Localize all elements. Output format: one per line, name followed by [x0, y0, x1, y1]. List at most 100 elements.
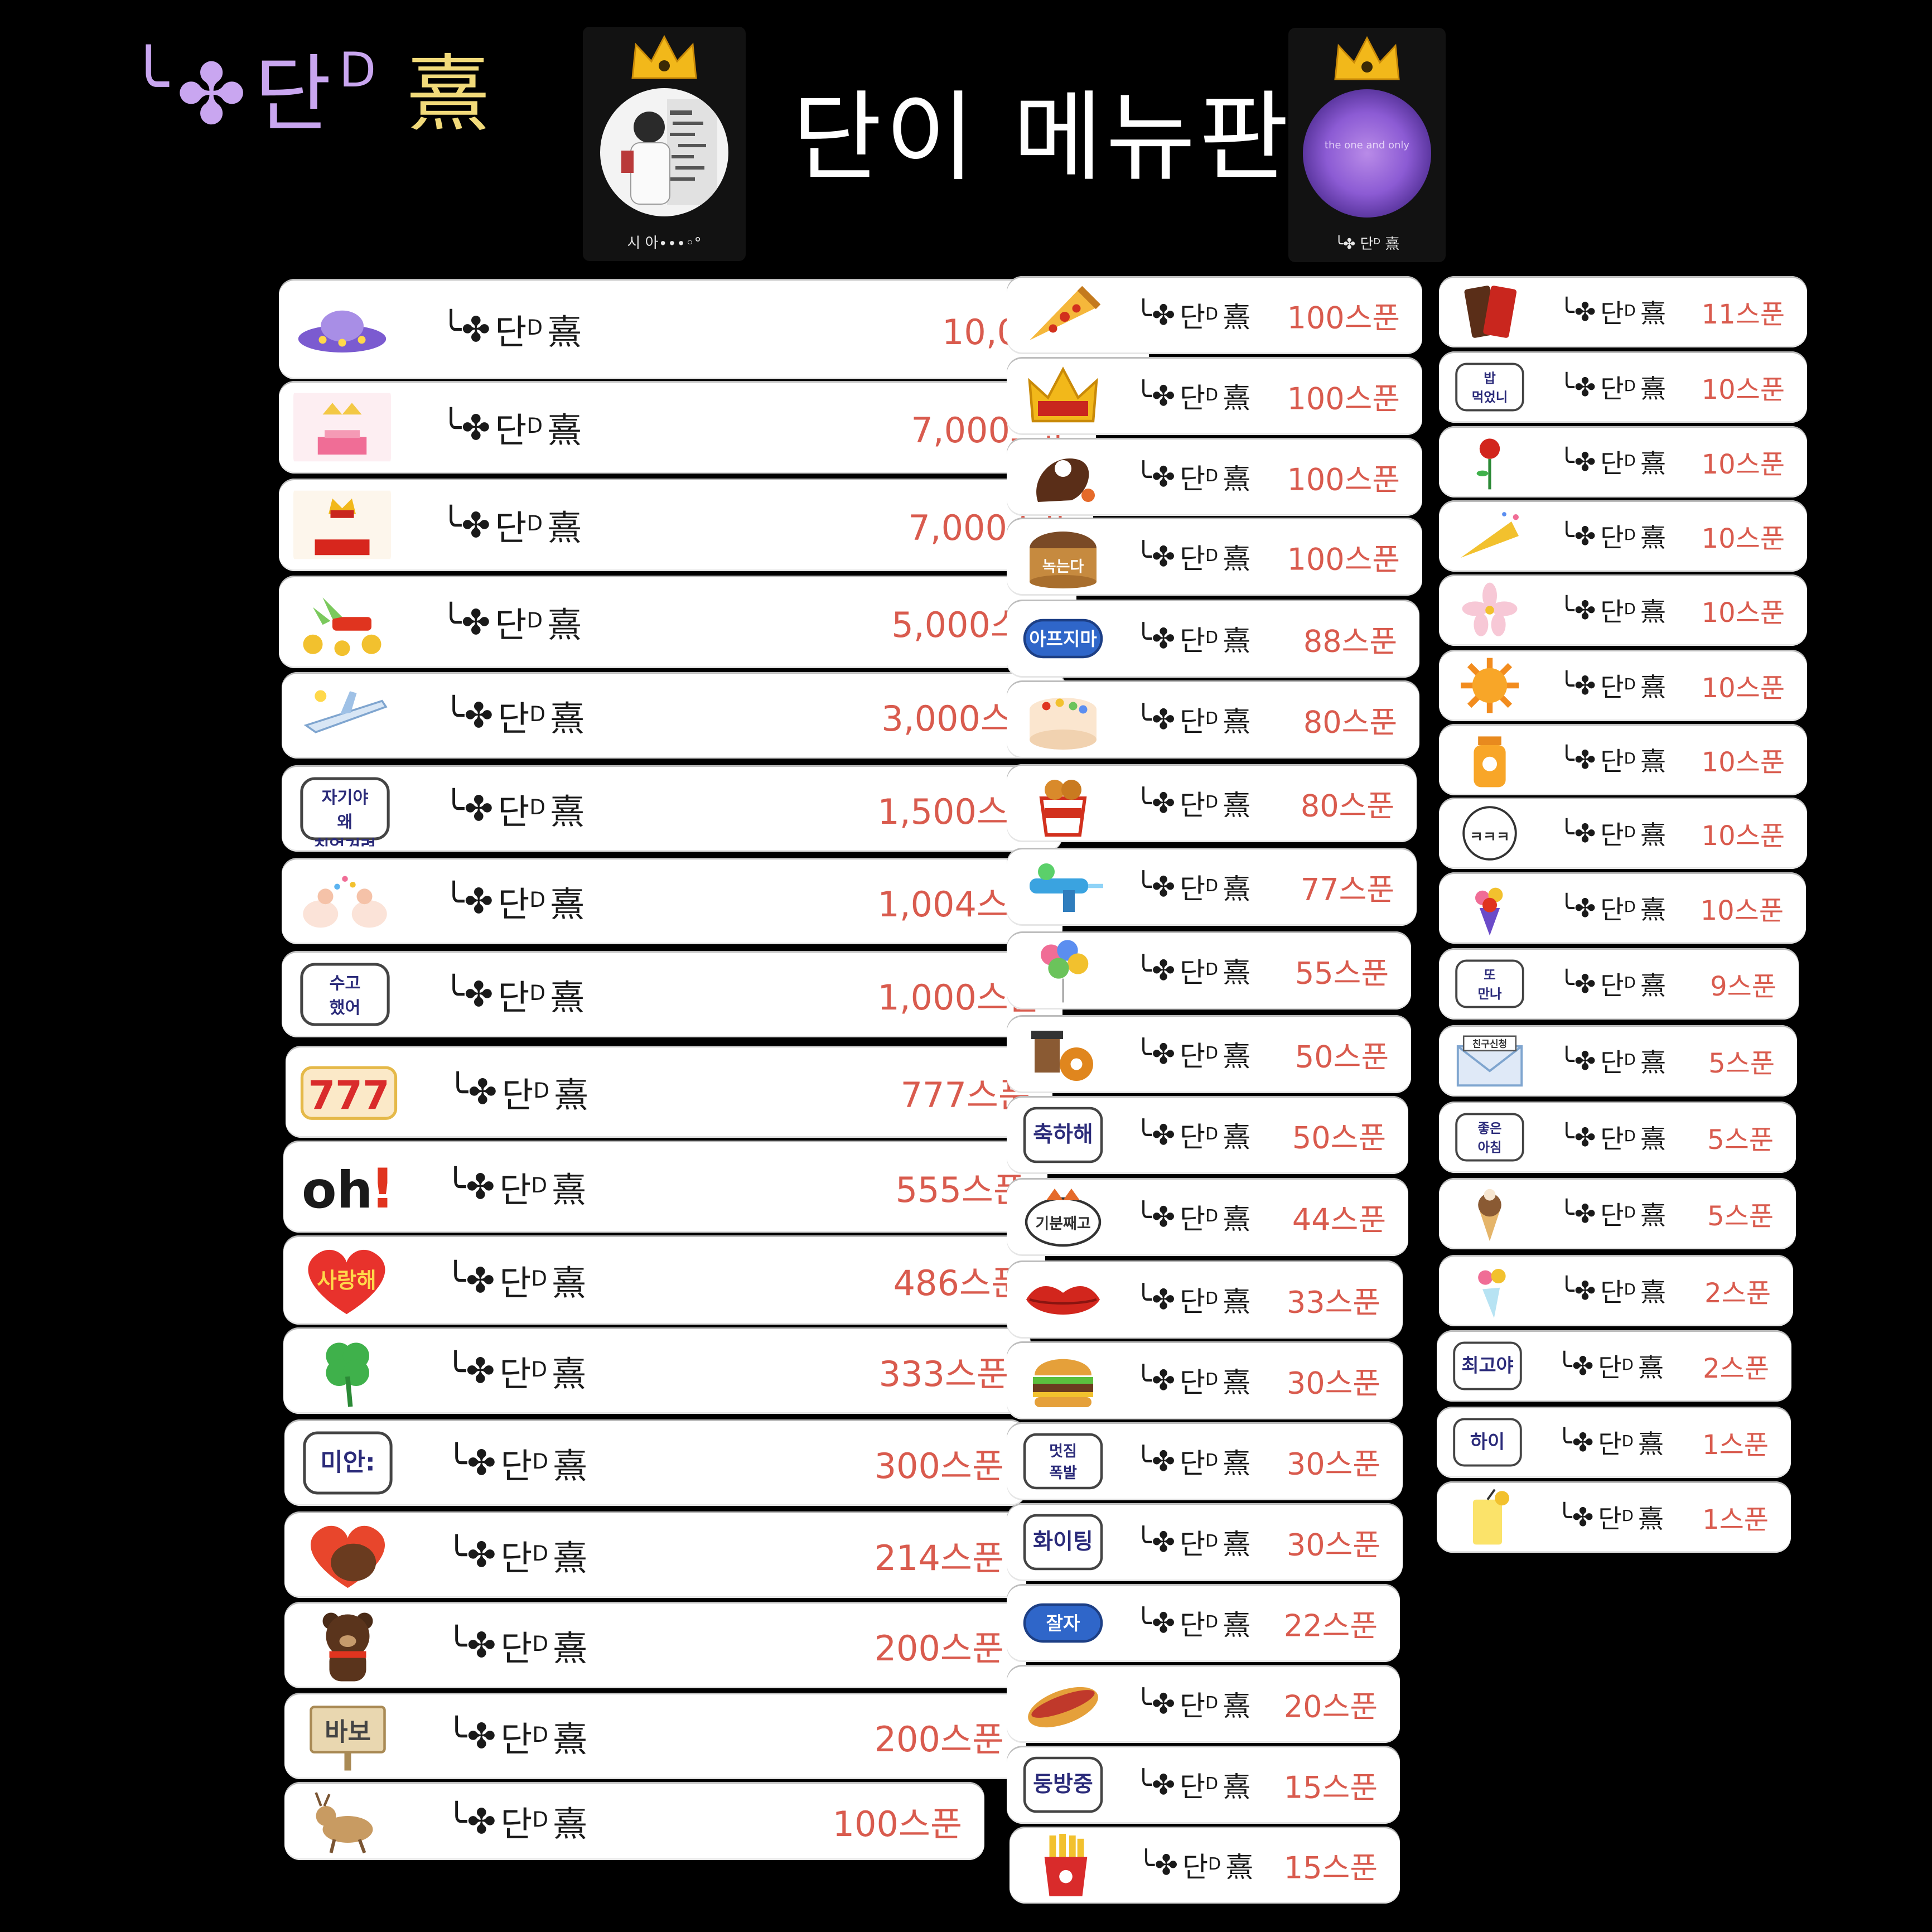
gift-item[interactable]: ╰✤ 단D 熹 80스푼 [1007, 680, 1419, 759]
tag-hanja: 熹 [551, 1353, 586, 1394]
tag-name: 단D [1600, 448, 1636, 479]
tag-name: 단D [1180, 1366, 1219, 1399]
brand-superscript: D [339, 42, 376, 98]
gift-item[interactable]: ╰✤ 단D 熹 55스푼 [1007, 931, 1411, 1010]
gift-item[interactable]: ╰✤ 단D 熹 20스푼 [1007, 1665, 1400, 1743]
gift-item[interactable]: ╰✤ 단D 熹 77스푼 [1007, 848, 1417, 926]
gift-item[interactable]: ╰✤ 단D 熹 5,000스푼 [279, 576, 1076, 668]
sender-tag: ╰✤ 단D 熹 [1135, 699, 1250, 740]
clover-icon: ╰✤ [1559, 297, 1596, 327]
gift-item[interactable]: ╰✤ 단D 熹 33스푼 [1007, 1260, 1403, 1339]
svg-text:좋은: 좋은 [1477, 1120, 1501, 1136]
svg-text:멋짐: 멋짐 [1049, 1443, 1077, 1460]
gift-item[interactable]: ╰✤ 단D 熹 15스푼 [1010, 1827, 1400, 1904]
gift-item[interactable]: 잘자 ╰✤ 단D 熹 22스푼 [1007, 1584, 1400, 1662]
chocolate-bar-icon [1453, 282, 1526, 342]
profile-card-right[interactable]: the one and only ╰✤ 단ᴰ 熹 [1288, 28, 1446, 262]
gift-item[interactable]: 아프지마 ╰✤ 단D 熹 88스푼 [1007, 600, 1419, 678]
gift-item[interactable]: ╰✤ 단D 熹 1스푼 [1437, 1481, 1791, 1553]
envelope-icon: 친구신청 [1453, 1031, 1526, 1091]
sender-tag: ╰✤ 단D 熹 [1135, 1034, 1250, 1074]
gift-item[interactable]: ╰✤ 단D 熹 100스푼 [1007, 438, 1422, 516]
gift-item[interactable]: 또 만나 ╰✤ 단D 熹 9스푼 [1439, 948, 1799, 1020]
gift-item[interactable]: ╰✤ 단D 熹 3,000스푼 [282, 672, 1066, 759]
sender-tag: ╰✤ 단D 熹 [443, 876, 585, 926]
sender-tag: ╰✤ 단D 熹 [441, 597, 582, 647]
tag-hanja: 熹 [1223, 957, 1251, 989]
gift-item[interactable]: ╰✤ 단D 熹 333스푼 [283, 1327, 1031, 1414]
gift-item[interactable]: 사랑해 ╰✤ 단D 熹 486스푼 [283, 1235, 1045, 1325]
gift-item[interactable]: ╰✤ 단D 熹 10스푼 [1439, 426, 1807, 498]
gift-item[interactable]: ╰✤ 단D 熹 10스푼 [1439, 872, 1806, 944]
tag-hanja: 熹 [1640, 448, 1666, 479]
gift-item[interactable]: ╰✤ 단D 熹 10스푼 [1439, 574, 1807, 646]
gift-item[interactable]: 좋은 아침 ╰✤ 단D 熹 5스푼 [1439, 1102, 1796, 1173]
gift-item[interactable]: 녹는다 ╰✤ 단D 熹 100스푼 [1007, 518, 1422, 596]
gift-item[interactable]: ╰✤ 단D 熹 5스푼 [1439, 1178, 1796, 1249]
sticker-text-icon: 축하해 [1021, 1102, 1105, 1168]
gift-item[interactable]: 기분째고 ╰✤ 단D 熹 44스푼 [1007, 1178, 1408, 1256]
gift-item[interactable]: 자기야왜칭얼거려╰✤단D熹1,500스푼 [282, 765, 1062, 852]
gift-item[interactable]: ╰✤ 단D 熹 214스푼 [284, 1511, 1026, 1598]
gift-item[interactable]: ╰✤ 단D 熹 100스푼 [1007, 357, 1422, 435]
tag-name: 단D [495, 410, 543, 451]
gift-item[interactable]: ╰✤ 단D 熹 7,000스푼 [279, 479, 1093, 571]
tag-hanja: 熹 [1223, 873, 1251, 905]
gift-item[interactable]: ╰✤ 단D 熹 11스푼 [1439, 276, 1807, 347]
cake-icon [1021, 686, 1105, 753]
badge-text-icon: 아프지마 [1021, 605, 1105, 672]
gift-item[interactable]: ╰✤ 단D 熹 10스푼 [1439, 724, 1807, 795]
gift-item[interactable]: 수고 했어 ╰✤ 단D 熹 1,000스푼 [282, 951, 1062, 1037]
gift-item[interactable]: 밥 먹었니 ╰✤ 단D 熹 10스푼 [1439, 351, 1807, 423]
profile-card-left[interactable]: 시 아∙∙∙◦° [583, 27, 746, 261]
gift-item[interactable]: 최고야 ╰✤ 단D 熹 2스푼 [1437, 1330, 1791, 1402]
gift-item[interactable]: 친구신청 ╰✤ 단D 熹 5스푼 [1439, 1025, 1797, 1097]
clover-icon: ╰✤ [445, 1350, 495, 1391]
gift-item[interactable]: ╰✤ 단D 熹 10스푼 [1439, 650, 1807, 721]
svg-text:먹었니: 먹었니 [1472, 389, 1508, 405]
gift-item[interactable]: 둥방중 ╰✤ 단D 熹 15스푼 [1007, 1746, 1400, 1824]
gift-item[interactable]: 축하해 ╰✤ 단D 熹 50스푼 [1007, 1096, 1408, 1174]
svg-text:잘자: 잘자 [1046, 1612, 1080, 1634]
price-label: 200스푼 [874, 1627, 1004, 1669]
tiara-stage-icon [293, 387, 391, 468]
gift-item[interactable]: 777 ╰✤ 단D 熹 777스푼 [286, 1046, 1052, 1138]
tag-name: 단D [1600, 1200, 1636, 1230]
gift-item[interactable]: 하이 ╰✤ 단D 熹 1스푼 [1437, 1407, 1791, 1478]
gift-item[interactable]: oh! ╰✤ 단D 熹 555스푼 [283, 1141, 1047, 1233]
gift-item[interactable]: ╰✤ 단D 熹 10스푼 [1439, 500, 1807, 572]
gift-item[interactable]: ╰✤ 단D 熹 50스푼 [1007, 1015, 1411, 1093]
slot-777-icon: 777 [300, 1051, 398, 1132]
gift-item[interactable]: ╰✤ 단D 熹 1,004스푼 [282, 858, 1062, 944]
tag-hanja: 熹 [552, 1627, 587, 1669]
gift-item[interactable]: 멋짐 폭발 ╰✤ 단D 熹 30스푼 [1007, 1422, 1403, 1500]
price-label: 20스푼 [1283, 1689, 1378, 1725]
price-label: 100스푼 [1287, 542, 1400, 577]
sender-tag: ╰✤ 단D 熹 [1559, 592, 1666, 629]
tag-name: 단D [1600, 672, 1636, 702]
tag-name: 단D [498, 977, 545, 1018]
gift-item[interactable]: ╰✤ 단D 熹 100스푼 [284, 1782, 984, 1860]
gift-item[interactable]: ╰✤ 단D 熹 7,000스푼 [279, 381, 1096, 474]
price-label: 2스푼 [1703, 1353, 1769, 1384]
price-label: 100스푼 [1287, 381, 1400, 417]
svg-text:하이: 하이 [1470, 1431, 1505, 1452]
svg-text:왜: 왜 [337, 812, 353, 832]
price-label: 10스푼 [1701, 597, 1785, 629]
gift-item[interactable]: 미안: ╰✤ 단D 熹 300스푼 [284, 1419, 1026, 1506]
clover-icon: ╰✤ [1557, 1427, 1594, 1457]
sender-tag: ╰✤ 단D 熹 [447, 1067, 588, 1117]
water-gun-icon [1021, 853, 1105, 920]
gift-item[interactable]: ╰✤ 단D 熹 200스푼 [284, 1602, 1026, 1688]
brand-hanja: 熹 [406, 46, 490, 143]
gift-item[interactable]: ╰✤ 단D 熹 2스푼 [1439, 1255, 1793, 1326]
gift-item[interactable]: 바보 ╰✤ 단D 熹 200스푼 [284, 1693, 1026, 1779]
tag-name: 단D [501, 1074, 549, 1115]
gift-item[interactable]: ╰✤ 단D 熹 80스푼 [1007, 764, 1417, 842]
gift-item[interactable]: ㅋㅋㅋ ╰✤ 단D 熹 10스푼 [1439, 798, 1807, 869]
gift-item[interactable]: 화이팅 ╰✤ 단D 熹 30스푼 [1007, 1503, 1403, 1581]
gift-item[interactable]: ╰✤ 단D 熹 100스푼 [1007, 276, 1422, 354]
sender-tag: ╰✤ 단D 熹 [1135, 1360, 1250, 1400]
tag-name: 단D [1180, 625, 1219, 657]
gift-item[interactable]: ╰✤ 단D 熹 30스푼 [1007, 1341, 1403, 1419]
